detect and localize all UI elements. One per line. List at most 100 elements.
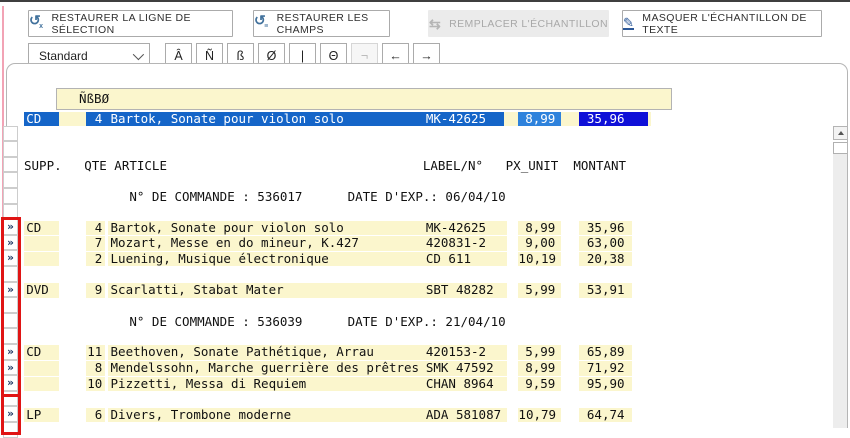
label-field[interactable]: CD 611 bbox=[424, 252, 507, 267]
unit-price-field[interactable]: 8,99 bbox=[518, 361, 561, 376]
mask-sample-button[interactable]: ✎ MASQUER L'ÉCHANTILLON DE TEXTE bbox=[622, 10, 822, 37]
replace-sample-icon: ⇆ bbox=[429, 17, 441, 31]
supp-field[interactable]: CD bbox=[24, 345, 59, 360]
unit-price-field[interactable]: 8,99 bbox=[518, 221, 561, 236]
restore-fields-button[interactable]: ↺≡ RESTAURER LES CHAMPS bbox=[253, 10, 390, 37]
red-annotation-box bbox=[1, 397, 21, 435]
supp-field[interactable] bbox=[24, 361, 59, 376]
selection-row: CD 4Bartok, Sonate pour violon soloMK-426… bbox=[21, 111, 831, 127]
unit-price-field[interactable]: 8,99 bbox=[518, 112, 561, 127]
unit-price-field[interactable]: 9,59 bbox=[518, 377, 561, 392]
unit-price-field[interactable]: 5,99 bbox=[518, 283, 561, 298]
detail-row: CD 11Beethoven, Sonate Pathétique, Arrau4… bbox=[21, 345, 831, 361]
red-annotation-box bbox=[1, 217, 21, 397]
supp-field[interactable]: CD bbox=[24, 112, 59, 127]
amount-field[interactable]: 20,38 bbox=[579, 252, 632, 267]
blank-line bbox=[21, 127, 831, 143]
article-field[interactable]: Bartok, Sonate pour violon solo bbox=[108, 221, 427, 236]
amount-field[interactable]: 63,00 bbox=[579, 236, 632, 251]
detail-row: 2Luening, Musique électroniqueCD 611 10,1… bbox=[21, 251, 831, 267]
supp-field[interactable] bbox=[24, 236, 59, 251]
label-field[interactable]: 420831-2 bbox=[424, 236, 507, 251]
detail-row: DVD 9Scarlatti, Stabat MaterSBT 48282 5,99… bbox=[21, 283, 831, 299]
detail-row: LP 6Divers, Trombone moderneADA 581087 10,… bbox=[21, 407, 831, 423]
qte-field[interactable]: 7 bbox=[86, 236, 105, 251]
amount-field[interactable]: 71,92 bbox=[579, 361, 632, 376]
unit-price-field[interactable]: 10,19 bbox=[518, 252, 561, 267]
qte-field[interactable]: 8 bbox=[86, 361, 105, 376]
style-dropdown-value: Standard bbox=[39, 49, 88, 63]
label-field[interactable]: CHAN 8964 bbox=[424, 377, 507, 392]
restore-selection-label: RESTAURER LA LIGNE DE SÉLECTION bbox=[51, 12, 232, 36]
detail-row: 7Mozart, Messe en do mineur, K.427420831… bbox=[21, 236, 831, 252]
sample-text-area: CD4Bartok, Sonate pour violon soloMK-426… bbox=[21, 111, 831, 428]
qte-field[interactable]: 10 bbox=[86, 377, 105, 392]
scrollbar-thumb[interactable] bbox=[833, 142, 848, 154]
row-marker-cell bbox=[3, 188, 18, 204]
amount-field[interactable]: 65,89 bbox=[579, 345, 632, 360]
supp-field[interactable]: CD bbox=[24, 221, 59, 236]
scrollbar-track[interactable] bbox=[833, 154, 848, 428]
supp-field[interactable]: DVD bbox=[24, 283, 59, 298]
supp-field[interactable]: LP bbox=[24, 408, 59, 423]
amount-field[interactable]: 53,91 bbox=[579, 283, 632, 298]
blank-line bbox=[21, 392, 831, 408]
label-field[interactable]: MK-42625 bbox=[424, 112, 507, 127]
field-trap-band[interactable]: ÑßBØ bbox=[56, 88, 672, 110]
restore-fields-label: RESTAURER LES CHAMPS bbox=[277, 12, 389, 36]
supp-field[interactable] bbox=[24, 377, 59, 392]
amount-field[interactable]: 35,96 bbox=[579, 221, 632, 236]
supp-field[interactable] bbox=[24, 252, 59, 267]
article-field[interactable]: Luening, Musique électronique bbox=[108, 252, 427, 267]
qte-field[interactable]: 6 bbox=[86, 408, 105, 423]
order-header-line: N° DE COMMANDE : 536039 DATE D'EXP.: 21/… bbox=[21, 314, 831, 330]
label-field[interactable]: ADA 581087 bbox=[424, 408, 507, 423]
qte-field[interactable]: 9 bbox=[86, 283, 105, 298]
label-field[interactable]: 420153-2 bbox=[424, 345, 507, 360]
qte-field[interactable]: 11 bbox=[86, 345, 105, 360]
detail-row: 10Pizzetti, Messa di RequiemCHAN 8964 9,5… bbox=[21, 376, 831, 392]
row-marker-cell bbox=[3, 172, 18, 188]
label-field[interactable]: MK-42625 bbox=[424, 221, 507, 236]
article-field[interactable]: Beethoven, Sonate Pathétique, Arrau bbox=[108, 345, 427, 360]
qte-field[interactable]: 4 bbox=[86, 112, 105, 127]
edit-pencil-icon: ✎ bbox=[623, 17, 634, 30]
chevron-down-icon bbox=[133, 48, 144, 59]
replace-sample-button[interactable]: ⇆ REMPLACER L'ÉCHANTILLON bbox=[428, 10, 609, 37]
label-field[interactable]: SBT 48282 bbox=[424, 283, 507, 298]
blank-line bbox=[21, 173, 831, 189]
article-field[interactable]: Divers, Trombone moderne bbox=[108, 408, 427, 423]
column-header-line: SUPP. QTE ARTICLE LABEL/N° PX_UNIT MONTA… bbox=[21, 158, 831, 174]
amount-field[interactable]: 64,74 bbox=[579, 408, 632, 423]
scroll-up-button[interactable] bbox=[833, 126, 848, 140]
unit-price-field[interactable]: 10,79 bbox=[518, 408, 561, 423]
undo-fields-icon: ↺≡ bbox=[254, 13, 269, 35]
blank-line bbox=[21, 267, 831, 283]
blank-line bbox=[21, 142, 831, 158]
row-marker-cell bbox=[3, 141, 18, 157]
order-header-line: N° DE COMMANDE : 536017 DATE D'EXP.: 06/… bbox=[21, 189, 831, 205]
label-field[interactable]: SMK 47592 bbox=[424, 361, 507, 376]
article-field[interactable]: Mozart, Messe en do mineur, K.427 bbox=[108, 236, 427, 251]
amount-field[interactable]: 95,90 bbox=[579, 377, 632, 392]
restore-selection-button[interactable]: ↺x RESTAURER LA LIGNE DE SÉLECTION bbox=[28, 10, 233, 37]
mask-sample-label: MASQUER L'ÉCHANTILLON DE TEXTE bbox=[642, 12, 821, 36]
unit-price-field[interactable]: 9,00 bbox=[518, 236, 561, 251]
row-marker-cell bbox=[3, 126, 18, 142]
article-field[interactable]: Bartok, Sonate pour violon solo bbox=[108, 112, 427, 127]
detail-row: 8Mendelssohn, Marche guerrière des prêtr… bbox=[21, 361, 831, 377]
triangle-up-icon bbox=[838, 131, 844, 135]
undo-selection-icon: ↺x bbox=[29, 13, 43, 35]
row-marker-cell bbox=[3, 157, 18, 173]
article-field[interactable]: Scarlatti, Stabat Mater bbox=[108, 283, 427, 298]
blank-line bbox=[21, 298, 831, 314]
article-field[interactable]: Mendelssohn, Marche guerrière des prêtre… bbox=[108, 361, 427, 376]
unit-price-field[interactable]: 5,99 bbox=[518, 345, 561, 360]
blank-line bbox=[21, 329, 831, 345]
document-panel: ÑßBØ CD4Bartok, Sonate pour violon soloM… bbox=[6, 63, 848, 428]
amount-field[interactable]: 35,96 bbox=[579, 112, 648, 127]
article-field[interactable]: Pizzetti, Messa di Requiem bbox=[108, 377, 427, 392]
replace-sample-label: REMPLACER L'ÉCHANTILLON bbox=[449, 18, 608, 30]
qte-field[interactable]: 4 bbox=[86, 221, 105, 236]
qte-field[interactable]: 2 bbox=[86, 252, 105, 267]
